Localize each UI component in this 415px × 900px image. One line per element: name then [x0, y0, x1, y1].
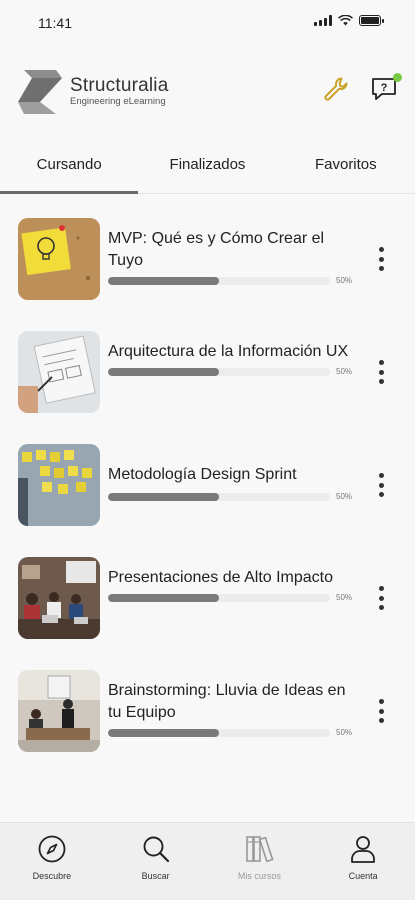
progress-label: 50% [336, 728, 353, 737]
nav-label: Descubre [32, 871, 72, 881]
battery-icon [359, 15, 384, 26]
nav-label: Mis cursos [237, 871, 281, 881]
progress-bar [108, 367, 330, 376]
compass-icon [38, 835, 66, 863]
course-thumbnail [18, 218, 100, 300]
course-title: Arquitectura de la Información UX [108, 343, 349, 360]
search-icon [143, 836, 169, 863]
wifi-icon [338, 15, 353, 26]
course-thumbnail [18, 670, 100, 752]
status-icons [314, 15, 384, 26]
active-tab-indicator [0, 191, 138, 194]
nav-mis-cursos[interactable]: Mis cursos [208, 823, 312, 900]
more-options-icon[interactable] [371, 244, 391, 274]
progress-label: 50% [336, 492, 353, 501]
help-button[interactable]: ? [369, 73, 402, 104]
nav-cuenta[interactable]: Cuenta [311, 823, 415, 900]
course-thumbnail [18, 331, 100, 413]
progress-label: 50% [336, 593, 353, 602]
course-card[interactable]: MVP: Qué es y Cómo Crear el Tuyo 50% [0, 218, 415, 331]
status-bar: 11:41 [0, 0, 415, 46]
signal-icon [314, 15, 332, 26]
course-thumbnail [18, 444, 100, 526]
notification-dot [393, 73, 402, 82]
brand-logo: Structuralia Engineering eLearning [16, 68, 169, 116]
course-card[interactable]: Brainstorming: Lluvia de Ideas en tu Equ… [0, 670, 415, 783]
progress-bar [108, 593, 330, 602]
progress-bar [108, 492, 330, 501]
course-list: MVP: Qué es y Cómo Crear el Tuyo 50% Arq… [0, 194, 415, 783]
course-card[interactable]: Presentaciones de Alto Impacto 50% [0, 557, 415, 670]
nav-label: Cuenta [348, 871, 378, 881]
more-options-icon[interactable] [371, 583, 391, 613]
tools-button[interactable] [321, 74, 351, 104]
svg-text:?: ? [381, 82, 388, 94]
tab-finalizados[interactable]: Finalizados [138, 136, 276, 193]
status-time: 11:41 [38, 15, 72, 31]
brand-name: Structuralia [70, 75, 169, 96]
tab-favoritos[interactable]: Favoritos [277, 136, 415, 193]
nav-descubre[interactable]: Descubre [0, 823, 104, 900]
course-tabs: Cursando Finalizados Favoritos [0, 136, 415, 194]
brand-tagline: Engineering eLearning [70, 96, 166, 107]
course-title: Brainstorming: Lluvia de Ideas en tu Equ… [108, 682, 346, 721]
course-title: MVP: Qué es y Cómo Crear el Tuyo [108, 230, 325, 269]
nav-label: Buscar [141, 871, 170, 881]
progress-bar [108, 276, 330, 285]
bottom-nav: Descubre Buscar Mis cursos Cuenta [0, 822, 415, 900]
more-options-icon[interactable] [371, 357, 391, 387]
course-title: Presentaciones de Alto Impacto [108, 569, 334, 586]
books-icon [246, 836, 274, 863]
course-title: Metodología Design Sprint [108, 466, 297, 483]
wrench-icon [324, 77, 348, 101]
app-header: Structuralia Engineering eLearning ? [0, 46, 415, 136]
structuralia-logo-icon [18, 70, 62, 114]
progress-label: 50% [336, 367, 353, 376]
progress-bar [108, 728, 330, 737]
more-options-icon[interactable] [371, 470, 391, 500]
tab-cursando[interactable]: Cursando [0, 136, 138, 193]
user-icon [351, 836, 376, 863]
progress-label: 50% [336, 276, 353, 285]
course-card[interactable]: Arquitectura de la Información UX 50% [0, 331, 415, 444]
more-options-icon[interactable] [371, 696, 391, 726]
course-card[interactable]: Metodología Design Sprint 50% [0, 444, 415, 557]
nav-buscar[interactable]: Buscar [104, 823, 208, 900]
course-thumbnail [18, 557, 100, 639]
